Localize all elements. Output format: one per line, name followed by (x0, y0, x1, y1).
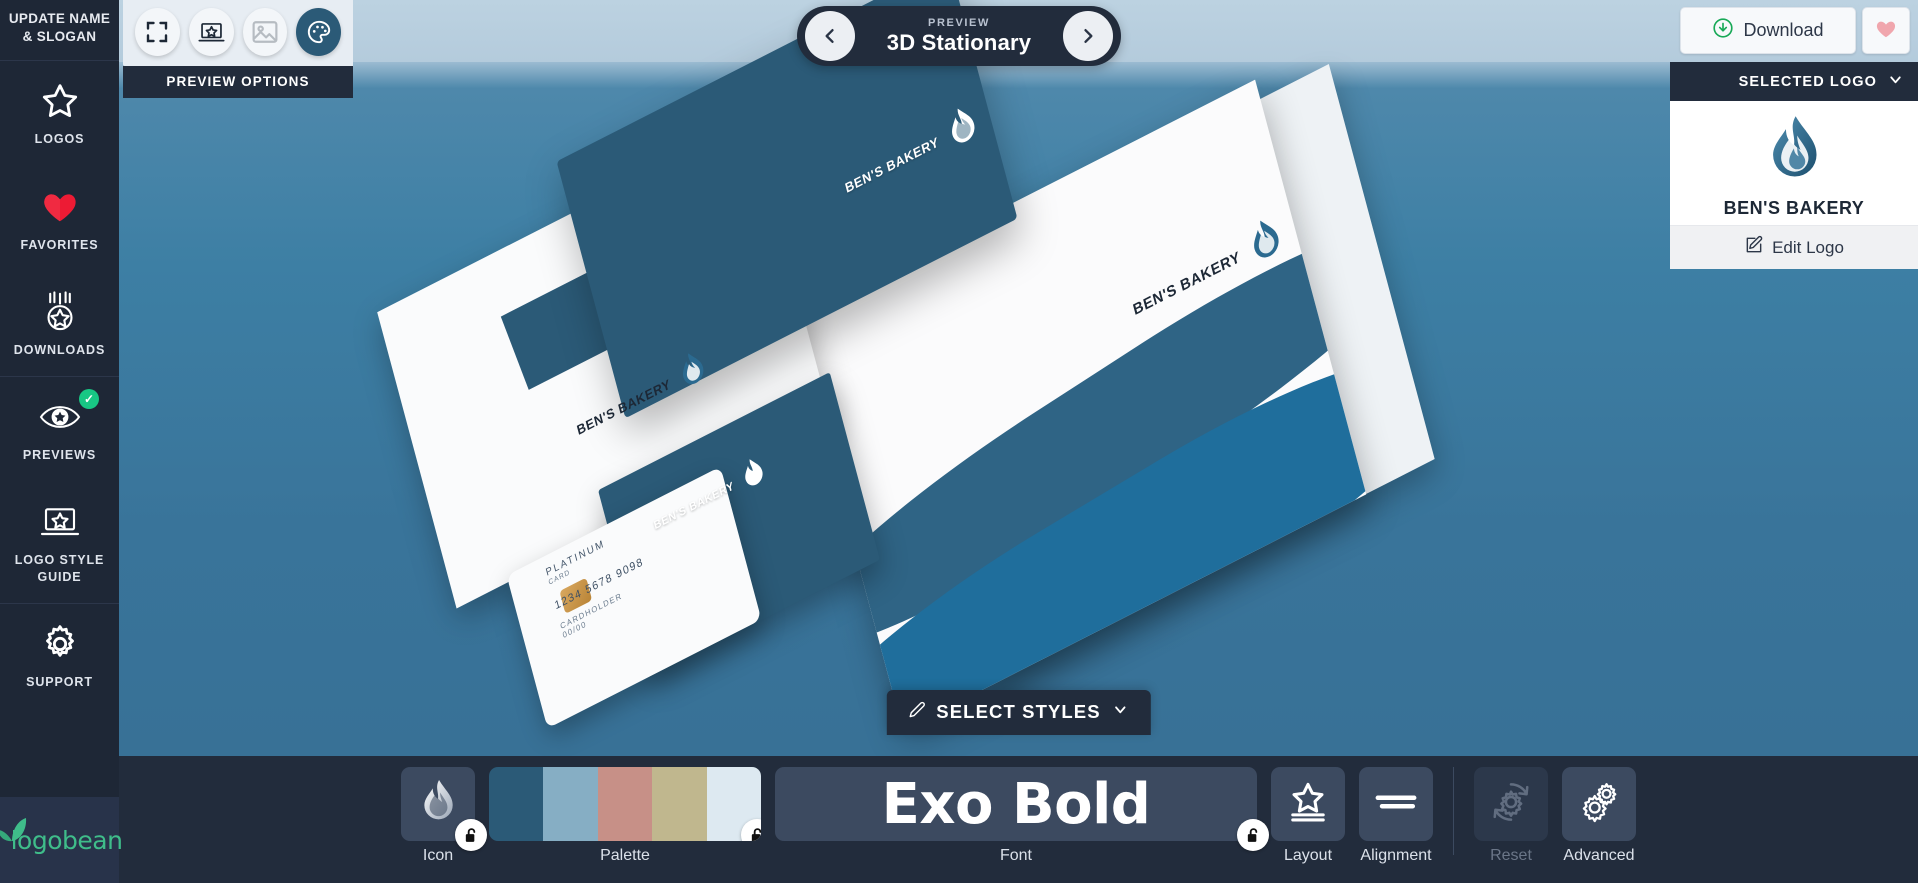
tool-advanced-face[interactable] (1562, 767, 1636, 841)
sidebar-item-label: PREVIEWS (22, 448, 97, 463)
preview-navigation: PREVIEW 3D Stationary (797, 6, 1121, 66)
tool-font-value: Exo Bold (881, 771, 1151, 837)
tool-alignment-face[interactable] (1359, 767, 1433, 841)
tool-alignment[interactable]: Alignment (1359, 767, 1433, 865)
chevron-down-icon (1112, 701, 1129, 723)
selected-logo-name: BEN'S BAKERY (1723, 198, 1865, 218)
sidebar-item-favorites[interactable]: FAVORITES (0, 167, 119, 272)
preview-options-label: PREVIEW OPTIONS (123, 66, 353, 98)
tool-advanced-label: Advanced (1563, 847, 1635, 864)
tool-icon-face[interactable] (401, 767, 487, 851)
sidebar-item-label: FAVORITES (20, 237, 99, 252)
favorite-button[interactable] (1862, 7, 1910, 54)
preview-kicker: PREVIEW (928, 16, 990, 29)
pencil-square-icon (1744, 235, 1764, 260)
select-styles-label: SELECT STYLES (936, 701, 1101, 722)
flame-icon (417, 777, 459, 832)
edit-logo-button[interactable]: Edit Logo (1670, 225, 1918, 269)
download-label: Download (1743, 20, 1824, 40)
preview-options-buttons (123, 0, 353, 66)
app-root: BEN'S BAKERY BEN'S BAKERY BEN'S BAKERY B… (0, 0, 1918, 883)
tool-advanced[interactable]: Advanced (1562, 767, 1636, 865)
selected-logo-label: SELECTED LOGO (1738, 73, 1877, 90)
preview-canvas[interactable]: BEN'S BAKERY BEN'S BAKERY BEN'S BAKERY B… (119, 0, 1918, 883)
next-preview-button[interactable] (1063, 11, 1113, 61)
download-circle-icon (1712, 17, 1734, 44)
previous-preview-button[interactable] (805, 11, 855, 61)
tool-reset-label: Reset (1490, 847, 1532, 864)
palette-swatch-1 (489, 767, 544, 841)
update-name-slogan-button[interactable]: UPDATE NAME & SLOGAN (0, 0, 119, 62)
image-icon-button[interactable] (242, 8, 288, 56)
reset-gear-icon (1489, 780, 1533, 829)
download-star-icon (39, 291, 81, 333)
top-right-actions: Download (1670, 0, 1918, 62)
logobean-brand-logo[interactable]: logobean (0, 797, 123, 883)
previews-active-badge: ✓ (79, 389, 99, 410)
download-button[interactable]: Download (1680, 7, 1856, 54)
select-styles-button[interactable]: SELECT STYLES (886, 690, 1151, 735)
edit-logo-label: Edit Logo (1772, 237, 1844, 257)
heart-icon (1874, 18, 1898, 43)
advanced-gears-icon (1576, 780, 1622, 829)
left-sidebar: UPDATE NAME & SLOGAN LOGOS FAVORITES DOW… (0, 0, 123, 883)
sidebar-item-downloads[interactable]: DOWNLOADS (0, 272, 119, 378)
selected-logo-preview[interactable]: BEN'S BAKERY (1670, 101, 1918, 225)
bottom-toolbar: Icon Palette Exo Bold Font Layout Alignm… (119, 756, 1918, 883)
tool-icon-label: Icon (422, 847, 454, 864)
tool-font-face[interactable]: Exo Bold (775, 767, 1269, 851)
tool-layout-face[interactable] (1271, 767, 1345, 841)
palette-swatch-2 (543, 767, 598, 841)
tool-reset[interactable]: Reset (1474, 767, 1548, 865)
sidebar-item-logo-style-guide[interactable]: LOGO STYLE GUIDE (0, 482, 119, 604)
logobean-wordmark: logobean (10, 825, 123, 855)
preview-title-group: PREVIEW 3D Stationary (855, 17, 1063, 56)
tool-font-label: Font (999, 847, 1032, 864)
eye-star-icon (39, 396, 81, 438)
tool-palette-label: Palette (600, 847, 650, 864)
preview-title: 3D Stationary (886, 29, 1032, 55)
stationery-mockup-scene: BEN'S BAKERY BEN'S BAKERY BEN'S BAKERY B… (119, 0, 1918, 765)
unlock-icon[interactable] (1237, 819, 1269, 851)
pencil-icon (908, 701, 925, 723)
chevron-down-icon (1887, 71, 1904, 92)
star-outline-icon (39, 80, 81, 122)
alignment-icon (1375, 789, 1417, 820)
toolbar-divider (1453, 767, 1454, 855)
unlock-icon[interactable] (455, 819, 487, 851)
heart-icon (39, 186, 81, 228)
flame-icon (1761, 113, 1827, 192)
sidebar-item-logos[interactable]: LOGOS (0, 61, 119, 166)
palette-swatch-3 (597, 767, 653, 841)
preview-options-panel: PREVIEW OPTIONS (123, 0, 353, 98)
sidebar-item-label: LOGOS (34, 132, 85, 147)
tool-reset-face[interactable] (1474, 767, 1548, 841)
laptop-star-icon-button[interactable] (188, 8, 234, 56)
laptop-star-icon (39, 501, 81, 543)
tool-icon[interactable]: Icon (401, 767, 487, 865)
gear-icon (39, 623, 81, 665)
tool-palette[interactable]: Palette (489, 767, 761, 865)
palette-icon-button[interactable] (296, 8, 341, 56)
tool-layout[interactable]: Layout (1271, 767, 1345, 865)
sidebar-item-label: LOGO STYLE GUIDE (14, 553, 105, 584)
tool-palette-face[interactable] (489, 767, 761, 841)
tool-font[interactable]: Exo Bold Font (775, 767, 1269, 865)
sidebar-item-label: DOWNLOADS (13, 342, 106, 357)
layout-star-icon (1286, 780, 1330, 829)
tool-alignment-label: Alignment (1360, 847, 1432, 864)
tool-layout-label: Layout (1283, 847, 1333, 864)
palette-swatches (489, 767, 761, 841)
selected-logo-header[interactable]: SELECTED LOGO (1670, 62, 1918, 101)
palette-swatch-4 (652, 767, 707, 841)
sidebar-item-previews[interactable]: ✓ PREVIEWS (0, 377, 119, 482)
fullscreen-icon-button[interactable] (135, 8, 180, 56)
sidebar-item-support[interactable]: SUPPORT (0, 604, 119, 709)
top-right-panel: Download SELECTED LOGO BEN'S BAKERY Edit… (1670, 0, 1918, 269)
sidebar-item-label: SUPPORT (26, 674, 93, 689)
